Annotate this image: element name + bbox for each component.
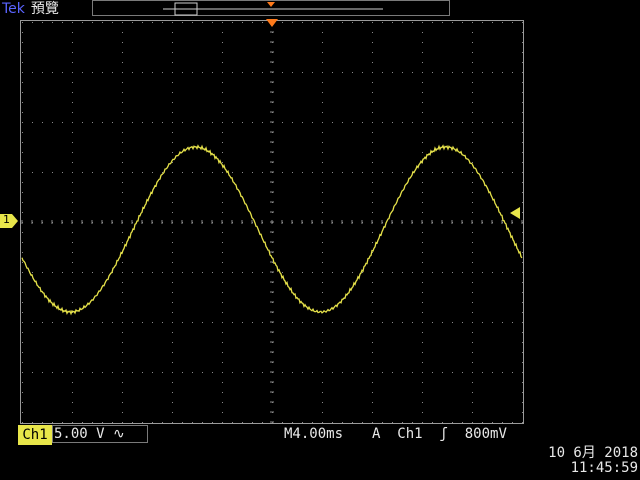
waveform-display[interactable]	[20, 20, 524, 424]
trigger-source: Ch1	[397, 426, 423, 442]
trigger-readout[interactable]: A Ch1 ʃ 800mV	[372, 425, 507, 443]
channel1-scale: 5.00 V	[54, 426, 105, 442]
brand-header: Tek 預覽	[2, 0, 59, 18]
graticule	[21, 21, 523, 423]
trigger-mode: A	[372, 426, 381, 442]
brand-logo: Tek	[2, 1, 25, 17]
trigger-level: 800mV	[464, 426, 507, 442]
time-display: 11:45:59	[570, 460, 638, 476]
datetime-readout: 10 6月 2018 11:45:59	[540, 446, 638, 476]
date-display: 10 6月 2018	[548, 445, 638, 461]
center-axis-ticks	[21, 21, 523, 423]
channel1-marker-label: 1	[3, 213, 10, 226]
channel1-badge[interactable]: Ch1	[18, 425, 52, 445]
channel1-scale-readout: 5.00 V ∿	[54, 425, 125, 443]
trigger-level-icon	[510, 207, 520, 219]
timebase-readout[interactable]: M4.00ms	[284, 425, 343, 443]
acquisition-mode: 預覽	[30, 1, 59, 17]
record-position-bar[interactable]	[92, 0, 450, 16]
rising-edge-icon: ʃ	[439, 426, 448, 442]
ac-coupling-icon: ∿	[113, 426, 125, 442]
record-position-graphic	[163, 2, 383, 16]
trigger-position-icon	[266, 19, 278, 27]
channel1-ground-marker[interactable]: 1	[0, 213, 18, 228]
channel1-trace	[21, 144, 523, 316]
